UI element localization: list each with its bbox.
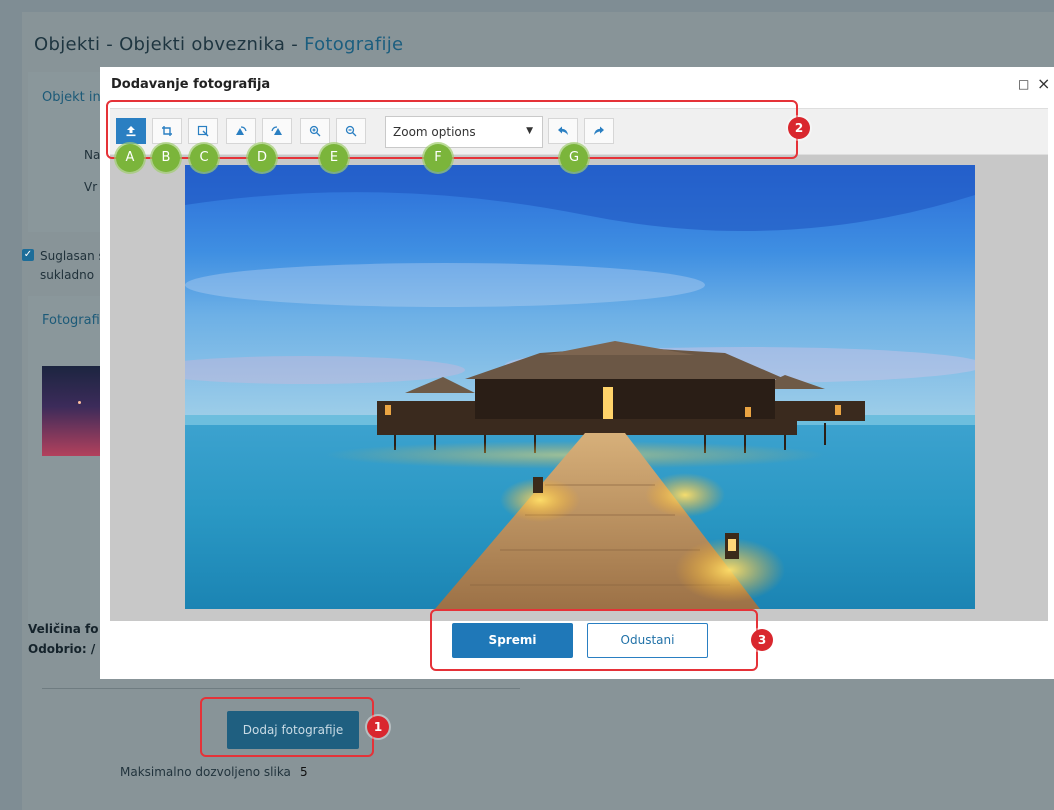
size-label: Veličina fo — [28, 622, 99, 636]
maximize-icon[interactable]: □ — [1018, 77, 1029, 91]
annotation-letter-b: B — [152, 144, 180, 172]
annotation-letter-c: C — [190, 144, 218, 172]
photos-card — [28, 296, 103, 626]
consent-checkbox[interactable]: ✓ — [22, 249, 34, 261]
annotation-box-3 — [430, 609, 758, 671]
annotation-badge-1: 1 — [367, 716, 389, 738]
breadcrumb-current[interactable]: Fotografije — [304, 34, 403, 55]
annotation-box-1 — [200, 697, 374, 757]
breadcrumb-prefix: Objekti - Objekti obveznika - — [34, 34, 305, 55]
resort-photo[interactable] — [185, 165, 975, 609]
annotation-badge-2: 2 — [788, 117, 810, 139]
annotation-letter-e: E — [320, 144, 348, 172]
annotation-letter-d: D — [248, 144, 276, 172]
consent-text-line1: Suglasan s — [40, 249, 105, 263]
field-label-na: Na — [84, 148, 101, 162]
consent-text-line2: sukladno — [40, 268, 95, 282]
approved-label: Odobrio: / — [28, 642, 96, 656]
dialog-title: Dodavanje fotografija — [111, 77, 271, 92]
section-photos-title: Fotografi — [42, 313, 100, 328]
photo-thumbnail[interactable] — [42, 366, 102, 456]
section-object-title: Objekt in — [42, 90, 101, 105]
close-icon[interactable]: × — [1037, 74, 1050, 93]
annotation-letter-g: G — [560, 144, 588, 172]
divider — [42, 688, 520, 689]
page-title: Objekti - Objekti obveznika - Fotografij… — [34, 34, 403, 55]
annotation-letter-f: F — [424, 144, 452, 172]
annotation-badge-3: 3 — [751, 629, 773, 651]
field-label-vr: Vr — [84, 180, 98, 194]
max-images-value: 5 — [300, 765, 308, 779]
max-images-label: Maksimalno dozvoljeno slika — [120, 765, 291, 779]
image-canvas[interactable] — [110, 155, 1048, 621]
annotation-letter-a: A — [116, 144, 144, 172]
